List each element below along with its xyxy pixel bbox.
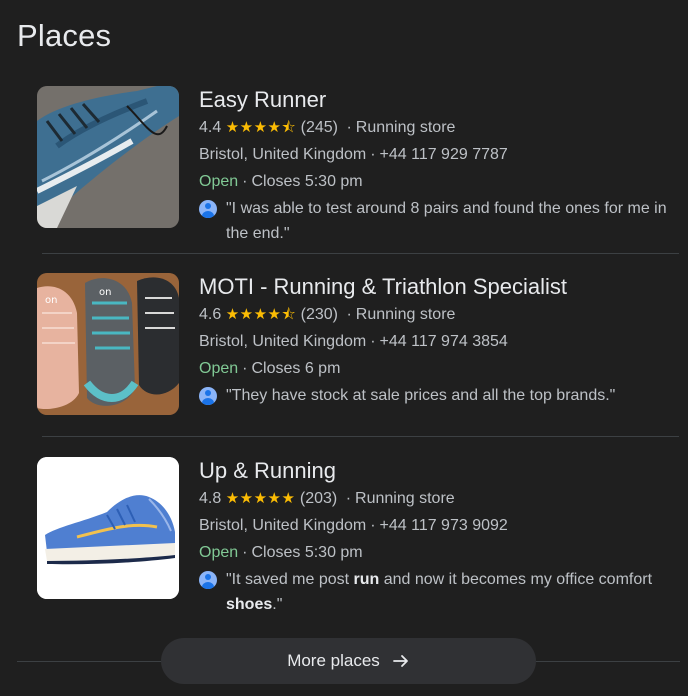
address-line: Bristol, United Kingdom · +44 117 974 3854: [199, 328, 679, 355]
open-status: Open: [199, 173, 239, 190]
address-line: Bristol, United Kingdom · +44 117 973 9092: [199, 512, 679, 539]
hours-line: Open · Closes 5:30 pm: [199, 168, 679, 195]
rating-stars: ★★★★⯪: [225, 306, 297, 323]
category: Running store: [355, 119, 456, 136]
more-places-button[interactable]: More places: [161, 638, 536, 684]
category: Running store: [355, 490, 455, 507]
avatar-icon: [199, 571, 217, 589]
phone: +44 117 973 9092: [379, 517, 508, 534]
review-count[interactable]: (230): [301, 306, 338, 323]
rating-value: 4.4: [199, 119, 222, 136]
divider: [42, 436, 679, 437]
address-line: Bristol, United Kingdom · +44 117 929 7787: [199, 141, 679, 168]
review-count[interactable]: (203): [300, 490, 337, 507]
phone: +44 117 974 3854: [379, 333, 508, 350]
place-name[interactable]: Up & Running: [199, 457, 679, 485]
place-photo[interactable]: on on: [37, 273, 179, 415]
separator-dot: ·: [346, 119, 352, 136]
place-photo[interactable]: [37, 457, 179, 599]
open-status: Open: [199, 544, 239, 561]
review-highlight: shoes: [226, 596, 273, 613]
location: Bristol, United Kingdom: [199, 146, 367, 163]
avatar-icon: [199, 387, 217, 405]
review-text: "I was able to test around 8 pairs and f…: [226, 200, 667, 242]
open-status: Open: [199, 360, 239, 377]
rating-value: 4.8: [199, 490, 222, 507]
rating-line: 4.8 ★★★★★ (203) · Running store: [199, 485, 679, 512]
place-name[interactable]: Easy Runner: [199, 86, 679, 114]
review-text: "They have stock at sale prices and all …: [226, 387, 616, 404]
svg-text:on: on: [45, 295, 57, 306]
rating-line: 4.6 ★★★★⯪ (230) · Running store: [199, 301, 679, 328]
separator-dot: ·: [242, 544, 248, 561]
separator-dot: ·: [345, 490, 352, 507]
rating-value: 4.6: [199, 306, 222, 323]
category: Running store: [355, 306, 456, 323]
more-places-label: More places: [287, 651, 380, 670]
separator-dot: ·: [370, 146, 376, 163]
review-count[interactable]: (245): [301, 119, 338, 136]
section-title: Places: [17, 18, 112, 53]
svg-text:on: on: [99, 287, 111, 298]
review-highlight: run: [353, 571, 380, 588]
review-text: "It saved me post run and now it becomes…: [226, 571, 653, 613]
rating-stars: ★★★★⯪: [225, 119, 297, 136]
separator-dot: ·: [370, 333, 376, 350]
avatar-icon: [199, 200, 217, 218]
divider: [42, 253, 679, 254]
hours-line: Open · Closes 6 pm: [199, 355, 679, 382]
rating-line: 4.4 ★★★★⯪ (245) · Running store: [199, 114, 679, 141]
closing-time: Closes 5:30 pm: [251, 544, 363, 561]
closing-time: Closes 5:30 pm: [251, 173, 363, 190]
closing-time: Closes 6 pm: [251, 360, 341, 377]
rating-stars: ★★★★★: [225, 490, 296, 507]
separator-dot: ·: [242, 173, 248, 190]
place-photo[interactable]: [37, 86, 179, 228]
review-snippet: "They have stock at sale prices and all …: [199, 383, 679, 408]
review-snippet: "It saved me post run and now it becomes…: [199, 567, 679, 617]
hours-line: Open · Closes 5:30 pm: [199, 539, 679, 566]
separator-dot: ·: [242, 360, 248, 377]
place-name[interactable]: MOTI - Running & Triathlon Specialist: [199, 273, 679, 301]
location: Bristol, United Kingdom: [199, 517, 367, 534]
review-snippet: "I was able to test around 8 pairs and f…: [199, 196, 679, 246]
phone: +44 117 929 7787: [379, 146, 508, 163]
location: Bristol, United Kingdom: [199, 333, 367, 350]
arrow-right-icon: [392, 652, 410, 670]
separator-dot: ·: [370, 517, 376, 534]
separator-dot: ·: [346, 306, 352, 323]
